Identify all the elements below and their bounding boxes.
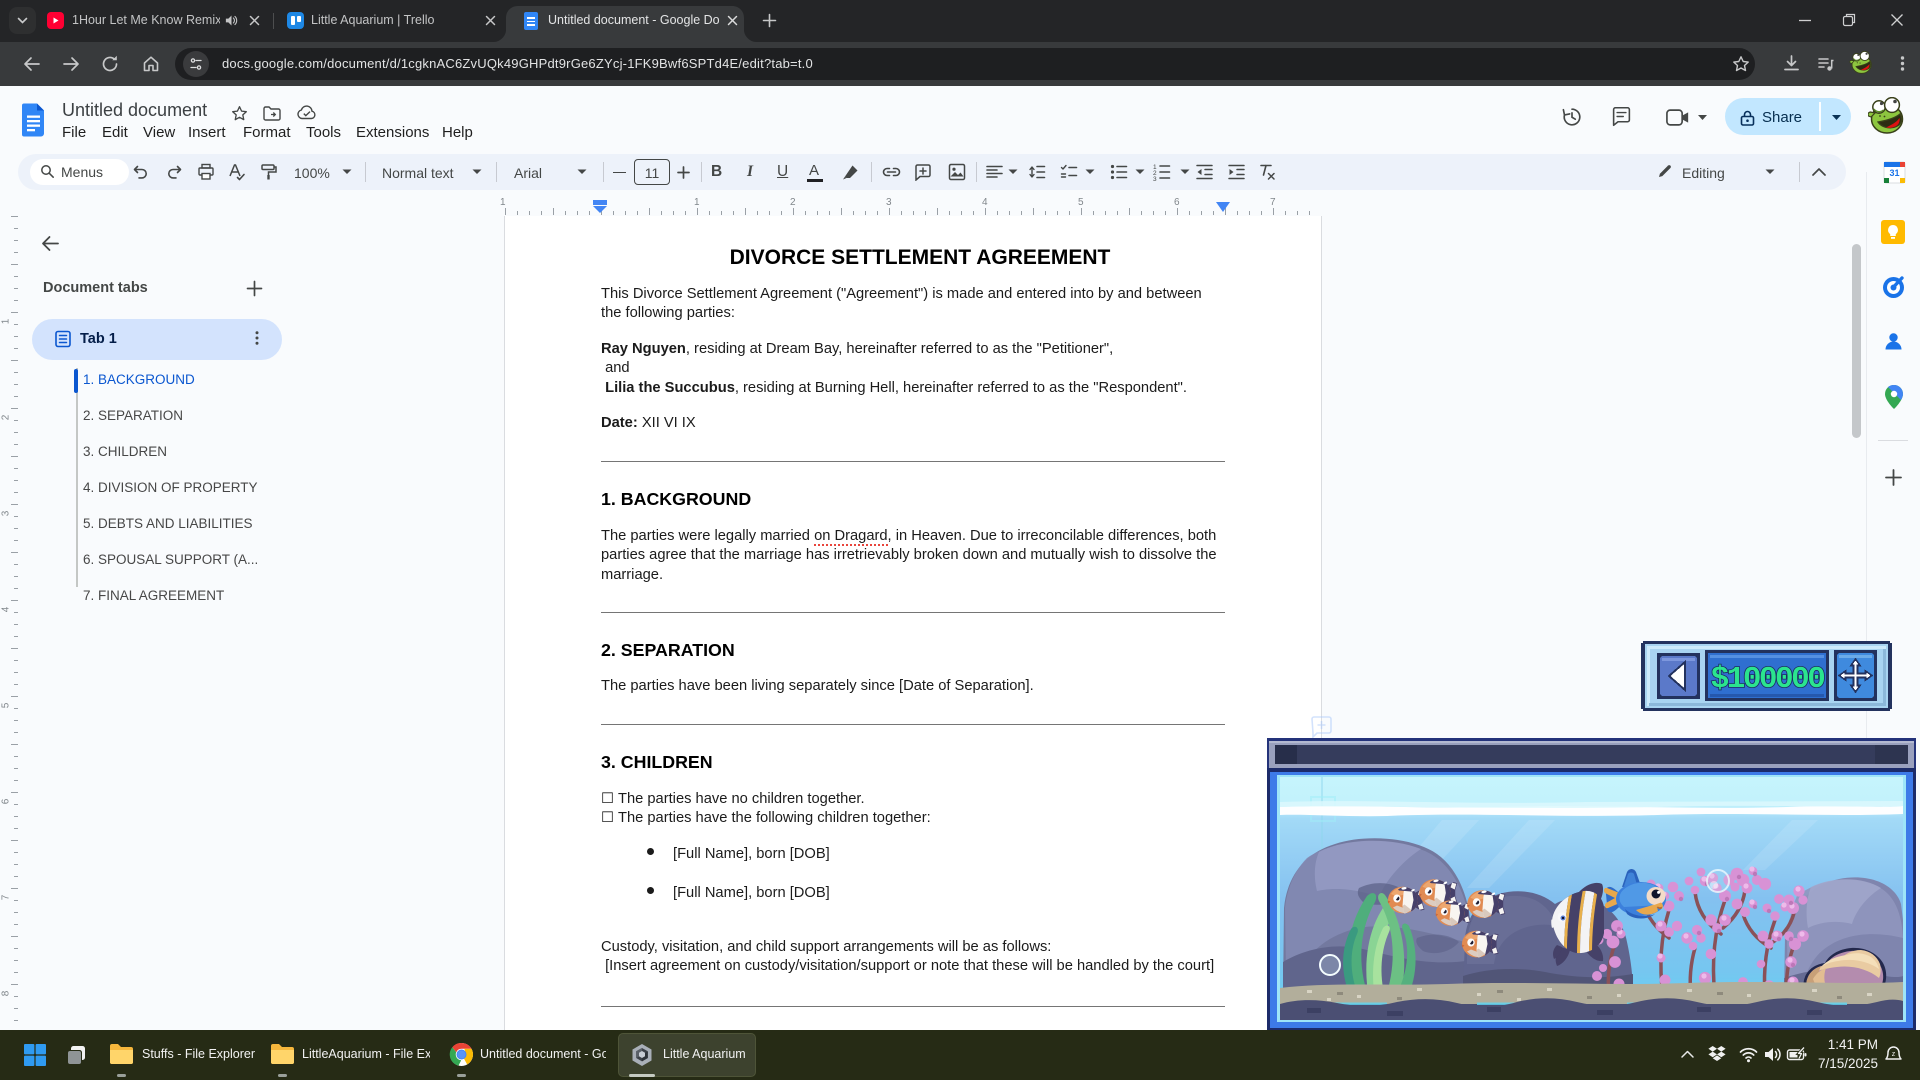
- svg-text:3: 3: [1153, 176, 1157, 181]
- svg-text:$100000: $100000: [1711, 662, 1825, 697]
- svg-text:31: 31: [1889, 168, 1899, 178]
- svg-text:z: z: [1892, 1051, 1896, 1058]
